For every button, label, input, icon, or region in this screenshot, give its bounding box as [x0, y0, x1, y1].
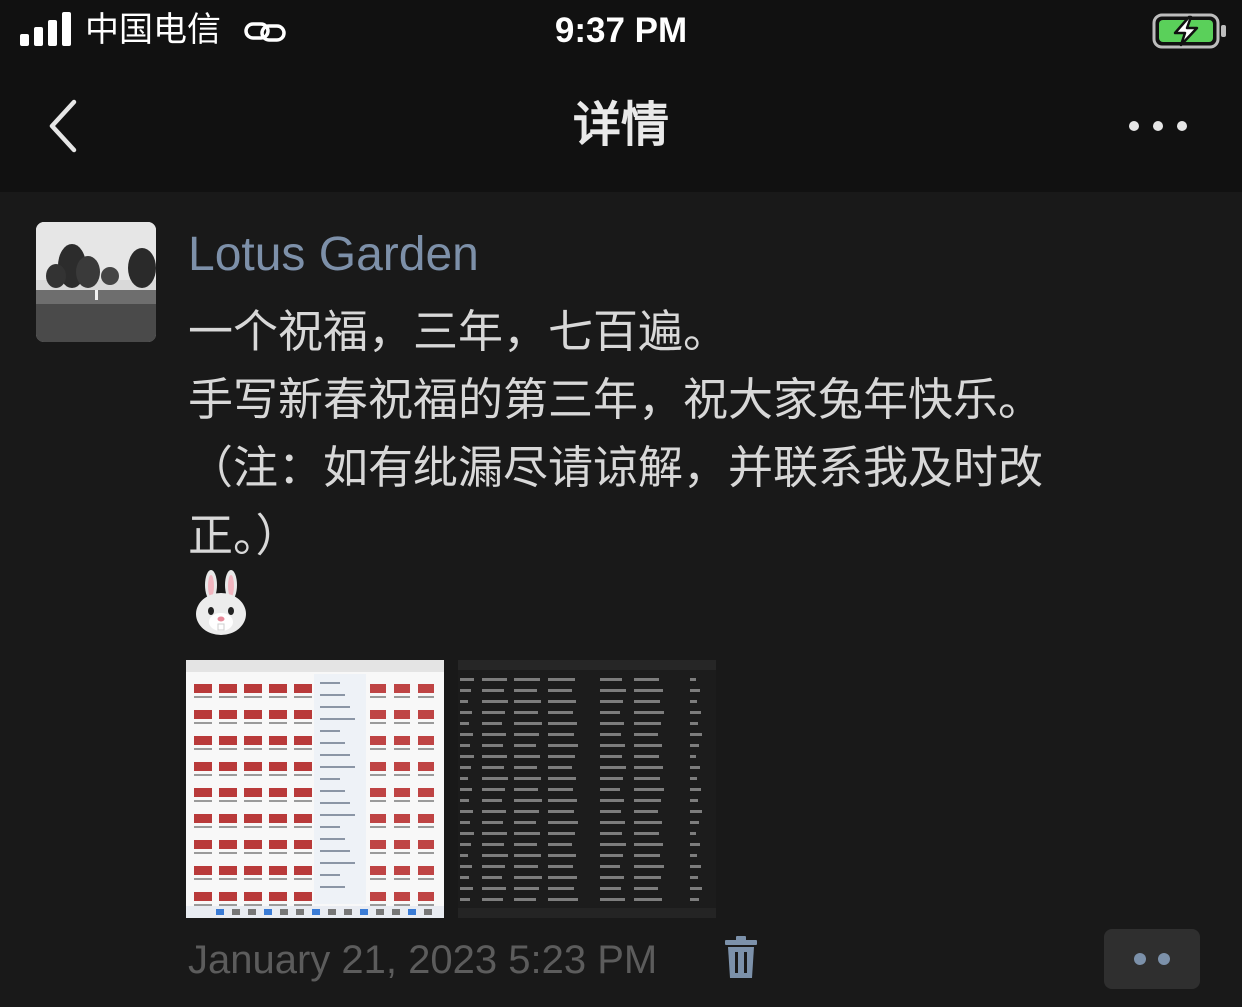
author-name[interactable]: Lotus Garden [188, 224, 479, 286]
back-button[interactable] [36, 94, 100, 158]
status-time: 9:37 PM [554, 11, 688, 50]
author-avatar[interactable] [36, 222, 156, 342]
more-options-button[interactable] [1118, 102, 1198, 150]
avatar-landscape-image [36, 222, 156, 342]
post-timestamp: January 21, 2023 5:23 PM [188, 938, 658, 982]
rabbit-face-icon [196, 570, 246, 635]
post-line: （注：如有纰漏尽请谅解，并联系我及时改 [188, 441, 1044, 494]
battery-charging-icon [1152, 13, 1226, 49]
post-text: 一个祝福，三年，七百遍。 手写新春祝福的第三年，祝大家兔年快乐。 （注：如有纰漏… [188, 298, 1188, 570]
trash-icon [725, 936, 757, 978]
post-line: 正。） [188, 509, 301, 562]
more-dots-icon [1134, 953, 1146, 965]
more-horizontal-icon [1129, 121, 1187, 131]
post-line: 一个祝福，三年，七百遍。 [188, 305, 729, 358]
post-image-1[interactable] [186, 660, 444, 918]
post-line: 手写新春祝福的第三年，祝大家兔年快乐。 [188, 373, 1044, 426]
status-bar: 中国电信 9:37 PM [0, 0, 1242, 64]
file-list-screenshot-thumbnail [458, 660, 716, 918]
comment-like-button[interactable] [1104, 929, 1200, 989]
spreadsheet-screenshot-thumbnail [186, 660, 444, 918]
chevron-left-icon [49, 99, 77, 153]
post-image-2[interactable] [458, 660, 716, 918]
more-dots-icon [1158, 953, 1170, 965]
navigation-bar: 详情 [0, 64, 1242, 192]
top-bar: 中国电信 9:37 PM 详情 [0, 0, 1242, 192]
moment-detail-screen: 中国电信 9:37 PM 详情 Lotus Garden 一个祝福，三年，七百遍… [0, 0, 1242, 1007]
delete-button[interactable] [722, 936, 760, 980]
page-title: 详情 [572, 97, 669, 153]
